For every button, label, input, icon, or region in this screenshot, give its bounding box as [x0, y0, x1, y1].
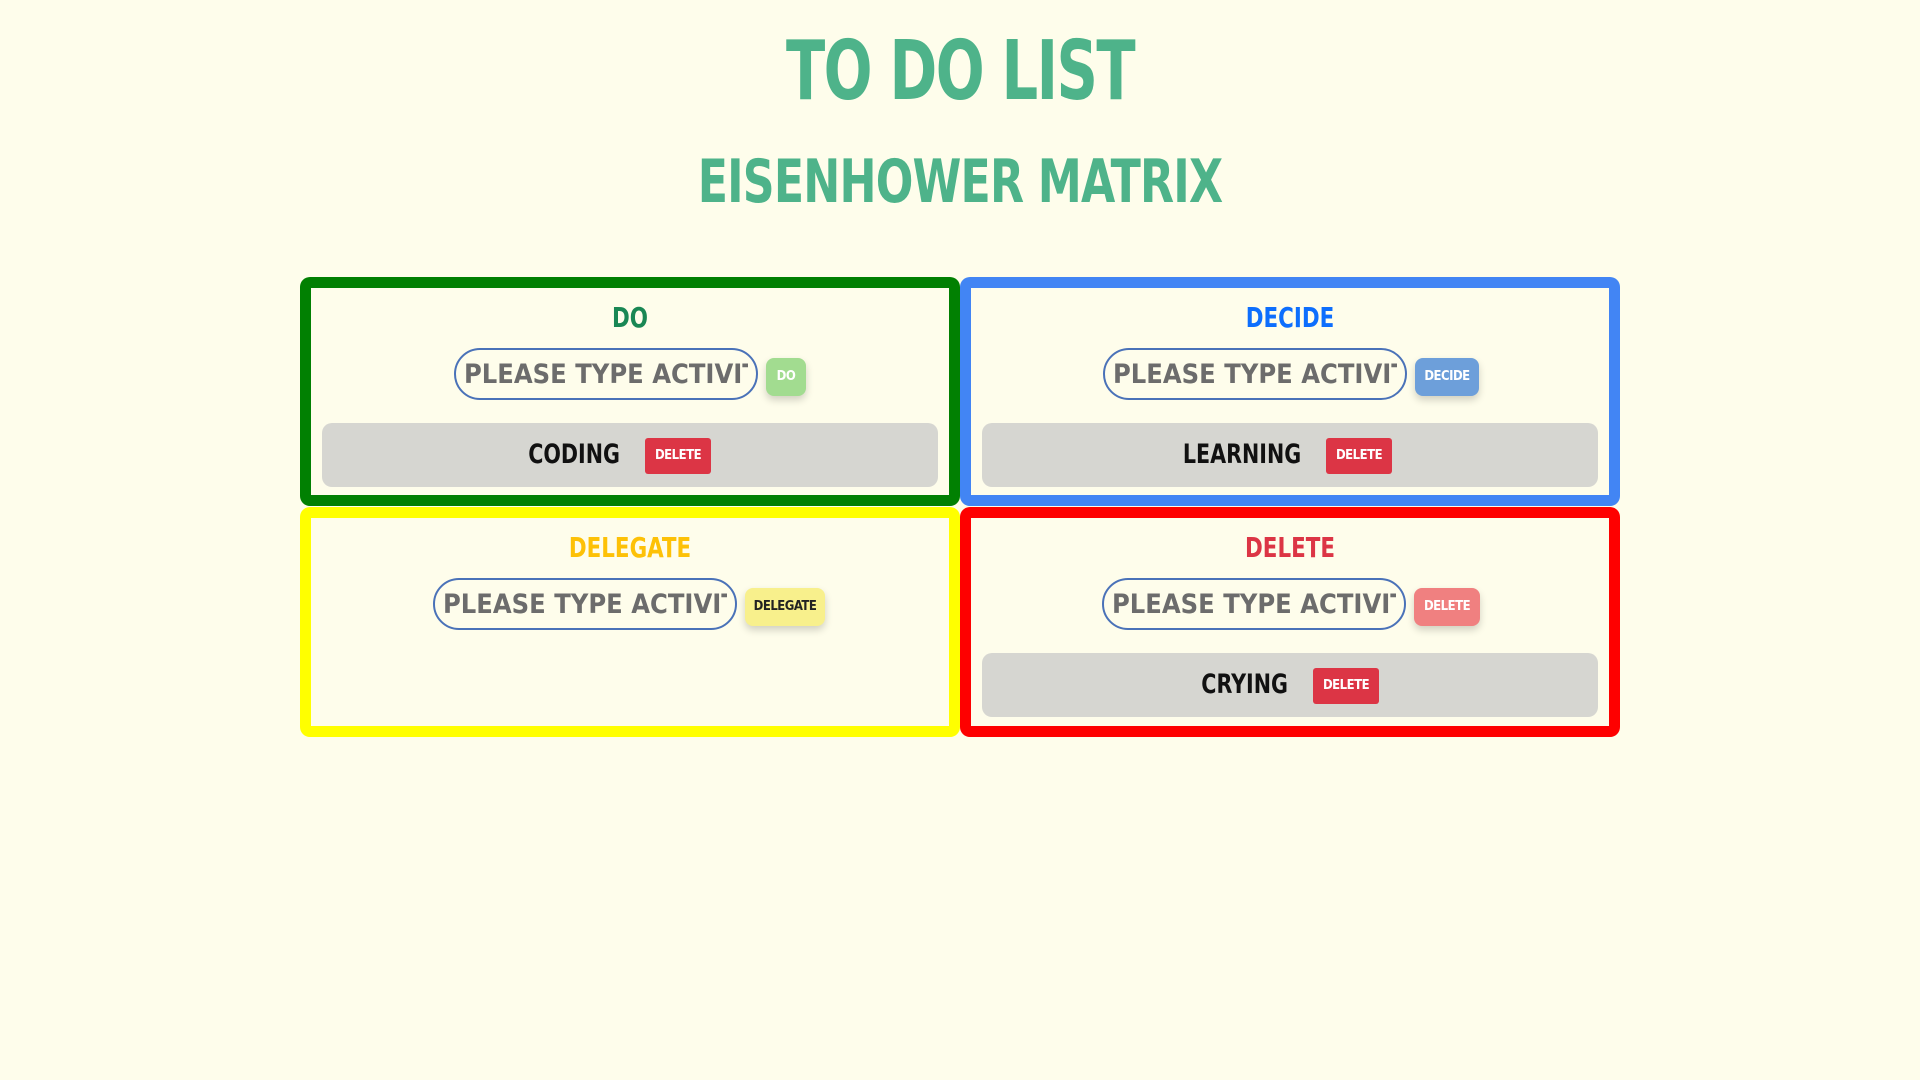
task-row: CODING DELETE — [322, 423, 938, 487]
delegate-activity-input[interactable] — [433, 578, 737, 630]
page-title: TO DO LIST — [785, 24, 1136, 119]
decide-activity-input[interactable] — [1103, 348, 1407, 400]
quadrant-do-title: DO — [612, 301, 648, 334]
task-label: CODING — [528, 439, 620, 470]
task-label: LEARNING — [1182, 439, 1301, 470]
quadrant-decide-title: DECIDE — [1245, 301, 1335, 334]
quadrant-delegate: DELEGATE DELEGATE — [300, 507, 960, 737]
delete-task-button[interactable]: DELETE — [645, 438, 711, 474]
page-subtitle: EISENHOWER MATRIX — [697, 147, 1223, 217]
delete-task-button[interactable]: DELETE — [1313, 668, 1379, 704]
quadrant-delete-title: DELETE — [1245, 531, 1335, 564]
quadrant-delegate-title: DELEGATE — [568, 531, 692, 564]
task-row: CRYING DELETE — [982, 653, 1598, 717]
quadrant-delete: DELETE DELETE CRYING DELETE — [960, 507, 1620, 737]
delegate-add-button[interactable]: DELEGATE — [745, 588, 825, 626]
delete-task-button[interactable]: DELETE — [1326, 438, 1392, 474]
decide-add-button[interactable]: DECIDE — [1415, 358, 1479, 396]
do-activity-input[interactable] — [454, 348, 758, 400]
quadrant-do: DO DO CODING DELETE — [300, 277, 960, 506]
task-label: CRYING — [1201, 669, 1288, 700]
task-row: LEARNING DELETE — [982, 423, 1598, 487]
quadrant-decide: DECIDE DECIDE LEARNING DELETE — [960, 277, 1620, 506]
do-add-button[interactable]: DO — [766, 358, 806, 396]
delete-add-button[interactable]: DELETE — [1414, 588, 1480, 626]
delete-activity-input[interactable] — [1102, 578, 1406, 630]
